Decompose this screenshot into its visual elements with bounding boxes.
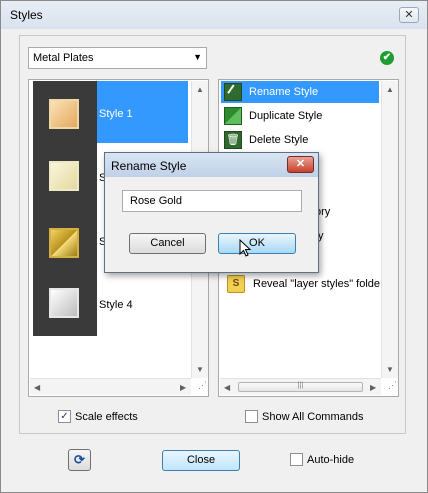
trash-icon: 🗑 (224, 131, 242, 149)
preset-dropdown[interactable]: Metal Plates ▼ (28, 47, 207, 69)
rename-style-command[interactable]: Rename Style (221, 81, 379, 103)
duplicate-icon (224, 107, 242, 125)
scroll-right-icon[interactable]: ▶ (180, 383, 186, 392)
show-all-commands-label: Show All Commands (262, 411, 364, 423)
folder-icon: S (227, 275, 245, 293)
style-preview-strip (33, 81, 97, 336)
refresh-button[interactable]: ⟳ (68, 449, 91, 471)
duplicate-style-label: Duplicate Style (249, 110, 323, 122)
dialog-title-bar: Rename Style ✕ (105, 153, 318, 177)
style-4-label[interactable]: Style 4 (99, 299, 133, 311)
close-button[interactable]: Close (162, 450, 240, 471)
pencil-icon (224, 83, 242, 101)
scroll-left-icon[interactable]: ◀ (224, 383, 230, 392)
auto-hide-checkbox[interactable] (290, 453, 303, 466)
preset-dropdown-value: Metal Plates (33, 52, 94, 64)
style-3-swatch[interactable] (49, 228, 79, 258)
scale-effects-label: Scale effects (75, 411, 138, 423)
reveal-folder-command[interactable]: S Reveal "layer styles" folde (221, 273, 381, 295)
dialog-title: Rename Style (111, 159, 187, 173)
styles-window: Styles ✕ Metal Plates ▼ ✔ Style 1 S S St… (0, 0, 428, 493)
style-name-input[interactable] (128, 192, 298, 210)
scroll-up-icon[interactable]: ▲ (386, 85, 394, 94)
resize-grip-icon[interactable]: ⋰ (382, 380, 397, 395)
style-1-label[interactable]: Style 1 (99, 108, 133, 120)
horizontal-scroll-thumb[interactable]: ||| (238, 382, 363, 392)
scroll-right-icon[interactable]: ▶ (370, 383, 376, 392)
scroll-down-icon[interactable]: ▼ (196, 365, 204, 374)
chevron-down-icon: ▼ (193, 52, 202, 62)
scale-effects-checkbox[interactable]: ✓ (58, 410, 71, 423)
rename-style-dialog: Rename Style ✕ Cancel OK (104, 152, 319, 273)
style-2-swatch[interactable] (49, 161, 79, 191)
styles-horizontal-scrollbar[interactable]: ◀ ▶ (30, 378, 191, 395)
cancel-button[interactable]: Cancel (129, 233, 206, 254)
style-name-field[interactable] (122, 190, 302, 212)
dialog-close-button[interactable]: ✕ (287, 156, 314, 173)
delete-style-label: Delete Style (249, 134, 309, 146)
commands-vertical-scrollbar[interactable]: ▲ ▼ (381, 81, 398, 378)
scroll-up-icon[interactable]: ▲ (196, 85, 204, 94)
duplicate-style-command[interactable]: Duplicate Style (221, 105, 379, 127)
resize-grip-icon[interactable]: ⋰ (192, 380, 207, 395)
scroll-left-icon[interactable]: ◀ (34, 383, 40, 392)
window-title: Styles (10, 8, 43, 22)
commands-horizontal-scrollbar[interactable]: ◀ ||| ▶ (220, 378, 381, 395)
reveal-folder-label: Reveal "layer styles" folde (253, 278, 381, 290)
auto-hide-label: Auto-hide (307, 454, 355, 466)
style-4-swatch[interactable] (49, 288, 79, 318)
ok-button[interactable]: OK (218, 233, 296, 254)
title-bar: Styles ✕ (1, 1, 427, 29)
rename-style-label: Rename Style (249, 86, 319, 98)
check-ok-icon: ✔ (380, 51, 394, 65)
mouse-cursor-icon (239, 239, 252, 257)
delete-style-command[interactable]: 🗑 Delete Style (221, 129, 379, 151)
scroll-down-icon[interactable]: ▼ (386, 365, 394, 374)
window-close-button[interactable]: ✕ (399, 7, 419, 23)
show-all-commands-checkbox[interactable] (245, 410, 258, 423)
style-1-swatch[interactable] (49, 99, 79, 129)
